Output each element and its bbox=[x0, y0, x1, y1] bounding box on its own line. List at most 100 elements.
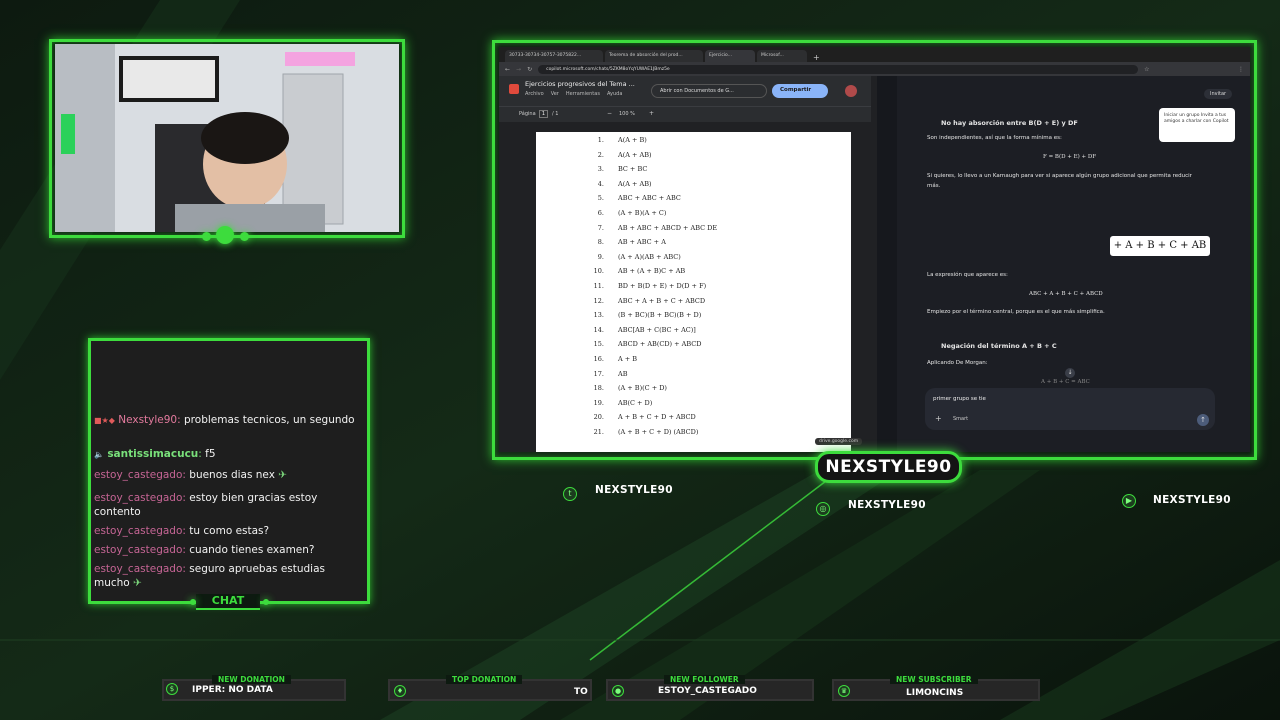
send-button[interactable]: ↑ bbox=[1197, 414, 1209, 426]
pdf-app-icon bbox=[509, 84, 519, 94]
invite-tooltip: Iniciar un grupo Invita a tus amigos a c… bbox=[1159, 108, 1235, 142]
equation-number: 20. bbox=[593, 413, 604, 422]
add-icon[interactable]: + bbox=[935, 414, 942, 423]
equation-number: 5. bbox=[597, 194, 604, 203]
tab-bar: 30733-30734-30757-3075822... Teorema de … bbox=[499, 47, 1250, 62]
message-input-box[interactable]: primer grupo se tie + Smart ↑ bbox=[925, 388, 1215, 430]
equation: BD + B(D + E) + D(D + F) bbox=[618, 282, 707, 290]
page-input[interactable]: 1 bbox=[539, 110, 548, 118]
menu-icon[interactable]: ⋮ bbox=[1238, 66, 1244, 73]
zoom-out-icon[interactable]: − bbox=[607, 110, 612, 117]
copilot-para-1: Son independientes, así que la forma mín… bbox=[927, 135, 1062, 141]
browser-tab-1[interactable]: 30733-30734-30757-3075822... bbox=[505, 50, 603, 62]
youtube-handle: NEXSTYLE90 bbox=[1153, 494, 1231, 506]
equation-number: 8. bbox=[597, 238, 604, 247]
twitter-handle: NEXSTYLE90 bbox=[595, 484, 673, 496]
new-donation-label: NEW DONATION bbox=[212, 675, 291, 684]
chat-username: santissimacucu bbox=[107, 448, 199, 460]
browser-tab-3[interactable]: Ejercicio... bbox=[705, 50, 755, 62]
chat-username: estoy_castegado bbox=[94, 544, 183, 556]
top-donation-label: TOP DONATION bbox=[446, 675, 523, 684]
equation-number: 14. bbox=[593, 325, 604, 334]
equation: ABC + A + B + C + ABCD bbox=[618, 296, 706, 305]
page-label: Página bbox=[519, 111, 536, 117]
equation: AB + ABC + A bbox=[618, 238, 666, 247]
new-follower-label: NEW FOLLOWER bbox=[664, 675, 745, 684]
equation: AB bbox=[618, 369, 628, 378]
crown-icon: ♛ bbox=[838, 685, 850, 697]
copilot-formula-1: F = B(D + E) + DF bbox=[1043, 154, 1097, 160]
instagram-icon: ◎ bbox=[816, 502, 830, 516]
menu-ver[interactable]: Ver bbox=[551, 91, 559, 97]
new-follower-value: ESTOY_CASTEGADO bbox=[658, 686, 757, 696]
browser-tab-4[interactable]: Microsof... bbox=[757, 50, 807, 62]
speaker-icon: 🔈 bbox=[94, 450, 104, 459]
copilot-formula-2: ABC + A + B + C + ABCD bbox=[1029, 291, 1103, 297]
equation: A(A + AB) bbox=[618, 179, 652, 188]
chat-text: cuando tienes examen? bbox=[189, 544, 315, 556]
chat-text: problemas tecnicos, un segundo bbox=[184, 414, 355, 426]
browser-window: 30733-30734-30757-3075822... Teorema de … bbox=[499, 47, 1250, 452]
copilot-heading-1: No hay absorción entre B(D + E) y DF bbox=[941, 119, 1078, 127]
equation: ABC + ABC + ABC bbox=[618, 194, 681, 203]
zoom-level[interactable]: 100 % bbox=[619, 111, 635, 117]
chat-colon: : bbox=[177, 414, 185, 426]
equation-number: 2. bbox=[597, 150, 604, 159]
copilot-para-4: Empiezo por el término central, porque e… bbox=[927, 309, 1105, 315]
forward-icon[interactable]: → bbox=[516, 66, 521, 73]
pdf-menu: Archivo Ver Herramientas Ayuda bbox=[525, 91, 622, 97]
chat-label: CHAT bbox=[196, 594, 260, 610]
equation: AB + ABC + ABCD + ABC DE bbox=[618, 223, 718, 232]
chat-message: estoy_castegado: seguro apruebas estudia… bbox=[94, 563, 364, 590]
equation: BC + BC bbox=[618, 165, 648, 174]
scroll-down-button[interactable]: ↓ bbox=[1065, 368, 1075, 378]
pdf-header: Ejercicios progresivos del Tema ... Arch… bbox=[499, 76, 871, 106]
share-button[interactable]: Compartir bbox=[772, 84, 828, 98]
zoom-in-icon[interactable]: + bbox=[649, 110, 654, 117]
chat-message: ■★◆ Nexstyle90: problemas tecnicos, un s… bbox=[94, 414, 364, 428]
message-input[interactable]: primer grupo se tie bbox=[933, 396, 986, 402]
open-with-button[interactable]: Abrir con Documentos de G... bbox=[651, 84, 767, 98]
menu-archivo[interactable]: Archivo bbox=[525, 91, 544, 97]
equation-number: 4. bbox=[597, 179, 604, 188]
equation: A(A + B) bbox=[618, 136, 647, 144]
star-icon[interactable]: ☆ bbox=[1144, 66, 1149, 73]
equation-number: 21. bbox=[593, 428, 604, 436]
equation: (B + BC)(B + BC)(B + D) bbox=[618, 311, 702, 320]
equation-number: 10. bbox=[593, 267, 604, 276]
menu-herramientas[interactable]: Herramientas bbox=[566, 91, 600, 97]
copilot-sidebar bbox=[877, 76, 897, 452]
copilot-heading-2: Negación del término A + B + C bbox=[941, 342, 1057, 350]
browser-tab-2[interactable]: Teorema de absorción del prod... bbox=[605, 50, 703, 62]
chat-message: estoy_castegado: cuando tienes examen? bbox=[94, 544, 364, 558]
webcam-image bbox=[55, 44, 399, 232]
copilot-para-2: Si quieres, lo llevo a un Karnaugh para … bbox=[927, 173, 1192, 179]
emote-icon: ✈ bbox=[133, 576, 142, 589]
mode-selector[interactable]: Smart bbox=[953, 416, 968, 422]
equation-number: 9. bbox=[597, 252, 604, 261]
emote-icon: ✈ bbox=[278, 469, 288, 481]
invite-button[interactable]: Invitar bbox=[1204, 89, 1233, 99]
equation: ABCD + AB(CD) + ABCD bbox=[618, 340, 702, 349]
streamer-name-badge: NEXSTYLE90 bbox=[815, 451, 962, 483]
equation: (A + B)(A + C) bbox=[618, 209, 667, 217]
menu-ayuda[interactable]: Ayuda bbox=[607, 91, 622, 97]
new-subscriber-value: LIMONCINS bbox=[906, 688, 964, 698]
chat-message: 🔈 santissimacucu: f5 bbox=[94, 448, 364, 462]
chat-username: estoy_castegado bbox=[94, 469, 183, 481]
equation: ABC[AB + C(BC + AC)] bbox=[618, 325, 696, 334]
new-tab-icon[interactable]: + bbox=[809, 53, 824, 62]
follower-icon: ● bbox=[612, 685, 624, 697]
account-avatar[interactable] bbox=[845, 85, 857, 97]
url-field[interactable]: copilot.microsoft.com/chats/5ZKM8oYqYUWA… bbox=[538, 64, 1139, 74]
chat-text: buenos dias nex bbox=[189, 469, 275, 481]
back-icon[interactable]: ← bbox=[505, 66, 510, 73]
reload-icon[interactable]: ↻ bbox=[527, 66, 532, 73]
pdf-page: 1. A(A + B) 2. A(A + AB) 3. BC + BC 4. A(A + AB… bbox=[536, 132, 851, 452]
equation-number: 17. bbox=[593, 369, 604, 378]
equation-number: 16. bbox=[593, 355, 604, 363]
attached-formula-image[interactable]: + A + B + C + AB bbox=[1110, 236, 1210, 256]
copilot-para-5: Aplicando De Morgan: bbox=[927, 360, 988, 366]
equation: A(A + AB) bbox=[618, 150, 652, 159]
equation-number: 18. bbox=[593, 384, 604, 393]
